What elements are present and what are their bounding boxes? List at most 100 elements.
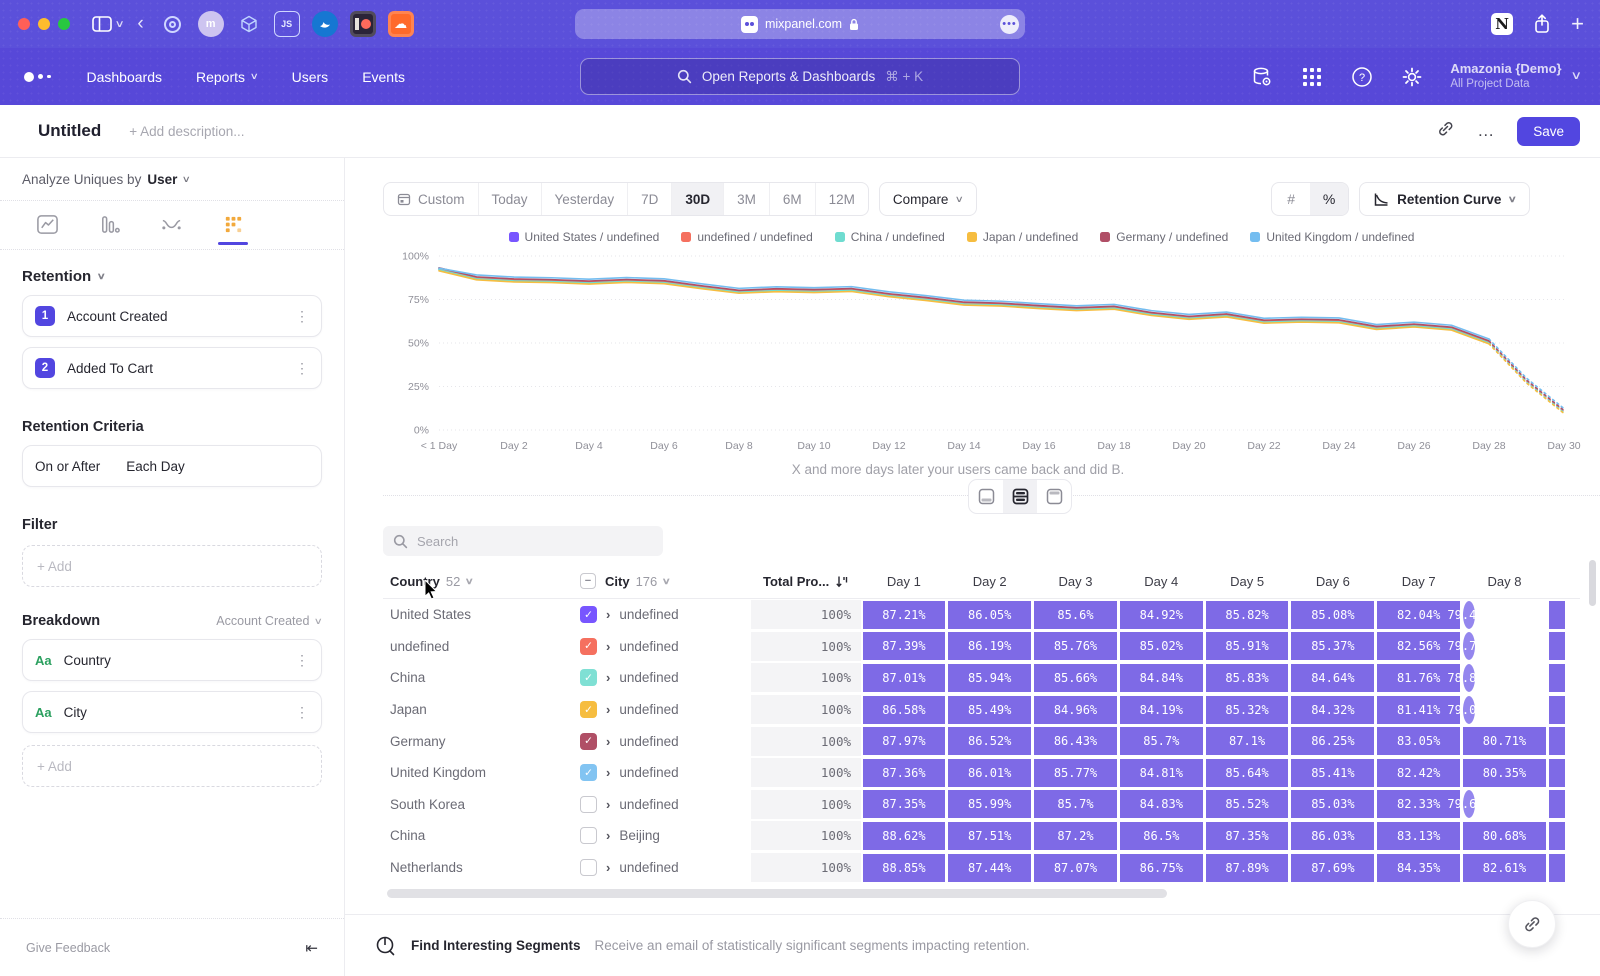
- retention-value-cell[interactable]: 85.77%: [1034, 759, 1117, 787]
- layout-chart-only-button[interactable]: [969, 480, 1003, 513]
- retention-value-cell[interactable]: 85.7%: [1034, 790, 1117, 818]
- expand-row-icon[interactable]: ›: [606, 828, 610, 843]
- retention-value-cell[interactable]: 86.05%: [948, 601, 1031, 629]
- expand-row-icon[interactable]: ›: [606, 702, 610, 717]
- retention-value-cell[interactable]: 84.81%: [1120, 759, 1203, 787]
- nav-item-users[interactable]: Users: [292, 69, 329, 85]
- analyze-uniques-row[interactable]: Analyze Uniques by User ∨: [22, 172, 322, 187]
- give-feedback-link[interactable]: Give Feedback: [26, 941, 110, 955]
- retention-value-cell[interactable]: 84.19%: [1120, 696, 1203, 724]
- retention-value-cell[interactable]: 85.52%: [1206, 790, 1289, 818]
- retention-section-title[interactable]: Retention∨: [22, 268, 322, 285]
- retention-value-cell[interactable]: 80.71%: [1463, 727, 1546, 755]
- favicon-soundcloud-icon[interactable]: ☁: [388, 11, 414, 37]
- percent-toggle-button[interactable]: %: [1310, 183, 1348, 215]
- vertical-scrollbar[interactable]: [1589, 560, 1596, 606]
- layout-split-button[interactable]: [1003, 480, 1037, 513]
- tab-insights[interactable]: [26, 213, 68, 245]
- retention-value-cell[interactable]: 79.77%: [1463, 632, 1475, 660]
- count-toggle-button[interactable]: #: [1272, 183, 1310, 215]
- compare-button[interactable]: Compare∨: [879, 182, 977, 216]
- expand-row-icon[interactable]: ›: [606, 607, 610, 622]
- breakdown-scope-selector[interactable]: Account Created∨: [216, 614, 322, 628]
- sidebar-toggle-icon[interactable]: [92, 16, 112, 32]
- row-checkbox[interactable]: ✓: [580, 733, 597, 750]
- retention-value-cell[interactable]: 84.84%: [1120, 664, 1203, 692]
- expand-row-icon[interactable]: ›: [606, 860, 610, 875]
- range-3m[interactable]: 3M: [724, 183, 770, 215]
- address-bar[interactable]: mixpanel.com •••: [575, 9, 1025, 39]
- kebab-menu-icon[interactable]: ⋮: [295, 360, 309, 377]
- retention-value-cell[interactable]: 88.85%: [863, 854, 946, 882]
- collapse-sidebar-icon[interactable]: ⇤: [305, 939, 318, 957]
- retention-value-cell[interactable]: 85.41%: [1291, 759, 1374, 787]
- apps-grid-icon[interactable]: [1300, 65, 1324, 89]
- column-header-country[interactable]: Country52∨: [383, 574, 573, 589]
- legend-item[interactable]: United States / undefined: [509, 230, 660, 244]
- row-checkbox[interactable]: ✓: [580, 638, 597, 655]
- retention-value-cell[interactable]: 85.7%: [1120, 727, 1203, 755]
- retention-value-cell[interactable]: 87.51%: [948, 822, 1031, 850]
- kebab-menu-icon[interactable]: ⋮: [295, 308, 309, 325]
- step-event-name[interactable]: Added To Cart: [67, 361, 153, 376]
- criteria-on-or-after[interactable]: On or After: [35, 459, 100, 474]
- range-today[interactable]: Today: [479, 183, 542, 215]
- minimize-window-button[interactable]: [38, 18, 50, 30]
- column-header-total[interactable]: Total Pro...: [751, 574, 861, 589]
- retention-value-cell[interactable]: 84.64%: [1291, 664, 1374, 692]
- retention-value-cell[interactable]: 87.36%: [863, 759, 946, 787]
- breakdown-property[interactable]: City: [64, 705, 87, 720]
- favicon-cube-icon[interactable]: [236, 11, 262, 37]
- retention-value-cell[interactable]: 84.32%: [1291, 696, 1374, 724]
- retention-value-cell[interactable]: 85.66%: [1034, 664, 1117, 692]
- save-button[interactable]: Save: [1517, 117, 1580, 146]
- retention-value-cell[interactable]: 83.13%: [1377, 822, 1460, 850]
- retention-value-cell[interactable]: 85.99%: [948, 790, 1031, 818]
- retention-value-cell[interactable]: 85.82%: [1206, 601, 1289, 629]
- row-checkbox[interactable]: ✓: [580, 764, 597, 781]
- notion-extension-icon[interactable]: N: [1491, 13, 1513, 35]
- share-icon[interactable]: [1533, 14, 1551, 34]
- range-12m[interactable]: 12M: [816, 183, 868, 215]
- tab-flows[interactable]: [150, 213, 192, 245]
- tab-retention[interactable]: [212, 213, 254, 245]
- column-header-day[interactable]: Day 2: [947, 574, 1033, 589]
- row-checkbox[interactable]: [580, 859, 597, 876]
- retention-value-cell[interactable]: 86.5%: [1120, 822, 1203, 850]
- view-type-button[interactable]: Retention Curve∨: [1359, 182, 1530, 216]
- column-header-city[interactable]: −City176∨: [573, 573, 751, 589]
- retention-value-cell[interactable]: 85.49%: [948, 696, 1031, 724]
- retention-chart[interactable]: 0%25%50%75%100%< 1 DayDay 2Day 4Day 6Day…: [383, 246, 1588, 458]
- retention-value-cell[interactable]: 87.07%: [1034, 854, 1117, 882]
- retention-value-cell[interactable]: 84.96%: [1034, 696, 1117, 724]
- expand-row-icon[interactable]: ›: [606, 734, 610, 749]
- breakdown-card-country[interactable]: Aa Country ⋮: [22, 639, 322, 681]
- legend-item[interactable]: China / undefined: [835, 230, 945, 244]
- kebab-menu-icon[interactable]: ⋮: [295, 652, 309, 669]
- retention-value-cell[interactable]: 82.61%: [1463, 854, 1546, 882]
- legend-item[interactable]: Germany / undefined: [1100, 230, 1228, 244]
- range-30d[interactable]: 30D: [672, 183, 724, 215]
- retention-value-cell[interactable]: 84.83%: [1120, 790, 1203, 818]
- retention-value-cell[interactable]: 85.6%: [1034, 601, 1117, 629]
- retention-value-cell[interactable]: 83.05%: [1377, 727, 1460, 755]
- column-header-day[interactable]: Day 7: [1376, 574, 1462, 589]
- favicon-patreon-icon[interactable]: [350, 11, 376, 37]
- retention-value-cell[interactable]: 80.35%: [1463, 759, 1546, 787]
- zoom-window-button[interactable]: [58, 18, 70, 30]
- step-card-2[interactable]: 2 Added To Cart ⋮: [22, 347, 322, 389]
- retention-value-cell[interactable]: 80.68%: [1463, 822, 1546, 850]
- back-icon[interactable]: ‹: [137, 13, 143, 35]
- data-management-icon[interactable]: [1250, 65, 1274, 89]
- retention-value-cell[interactable]: 86.01%: [948, 759, 1031, 787]
- retention-value-cell[interactable]: 87.2%: [1034, 822, 1117, 850]
- retention-criteria-card[interactable]: On or After Each Day: [22, 445, 322, 487]
- retention-value-cell[interactable]: 88.62%: [863, 822, 946, 850]
- retention-value-cell[interactable]: 86.75%: [1120, 854, 1203, 882]
- retention-value-cell[interactable]: 85.08%: [1291, 601, 1374, 629]
- retention-value-cell[interactable]: 84.35%: [1377, 854, 1460, 882]
- retention-value-cell[interactable]: 85.94%: [948, 664, 1031, 692]
- column-header-day[interactable]: Day 1: [861, 574, 947, 589]
- legend-item[interactable]: United Kingdom / undefined: [1250, 230, 1414, 244]
- copy-link-icon[interactable]: [1436, 119, 1455, 143]
